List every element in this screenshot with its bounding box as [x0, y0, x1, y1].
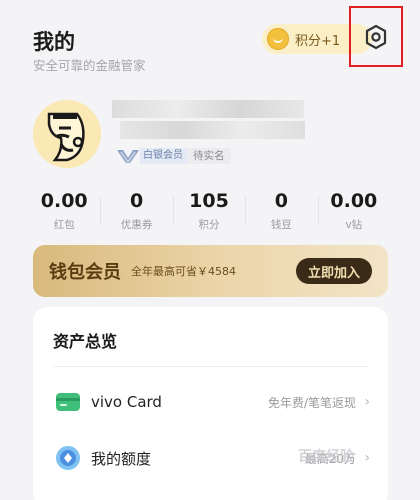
stat-value: 0.00 — [40, 190, 88, 212]
join-now-button[interactable]: 立即加入 — [296, 258, 372, 284]
card-icon — [56, 393, 80, 411]
stat-points[interactable]: 105 积分 — [172, 190, 245, 234]
vip-level-label: 白银会员 — [140, 148, 189, 164]
wallet-membership-title: 钱包会员 — [49, 262, 121, 283]
stat-money-beans[interactable]: 0 钱豆 — [245, 190, 317, 234]
row-label: vivo Card — [91, 393, 162, 411]
assets-overview-title: 资产总览 — [53, 332, 118, 351]
points-badge-label: 积分+1 — [295, 33, 341, 49]
stat-label: 钱豆 — [270, 219, 292, 231]
coin-icon — [267, 28, 289, 50]
row-value: 免年费/笔笔返现 — [267, 395, 356, 410]
settings-hexagon-icon — [365, 24, 387, 49]
divider — [53, 366, 368, 367]
verification-status[interactable]: 待实名 — [187, 148, 231, 164]
row-vivo-card[interactable]: vivo Card 免年费/笔笔返现 › — [33, 382, 388, 422]
stat-label: v钻 — [345, 219, 363, 231]
stats-row: 0.00 红包 0 优惠券 105 积分 0 钱豆 0.00 v钻 — [28, 190, 390, 234]
stat-coupons[interactable]: 0 优惠券 — [100, 190, 172, 234]
user-id-blurred — [120, 121, 305, 139]
page-title: 我的 — [33, 30, 75, 54]
vip-v-icon — [117, 150, 139, 164]
wallet-membership-banner[interactable]: 钱包会员 全年最高可省￥4584 立即加入 — [33, 245, 388, 297]
username-blurred — [112, 100, 304, 118]
stat-v-diamonds[interactable]: 0.00 v钻 — [317, 190, 390, 234]
avatar[interactable] — [33, 100, 101, 168]
stat-value: 0 — [129, 190, 144, 212]
page-subtitle: 安全可靠的金融管家 — [33, 58, 146, 73]
stat-value: 105 — [189, 190, 229, 212]
vip-badge[interactable]: 白银会员 — [116, 147, 189, 165]
credit-limit-icon — [56, 446, 80, 470]
stat-value: 0.00 — [330, 190, 378, 212]
assets-overview-card: 资产总览 vivo Card 免年费/笔笔返现 › 我的额度 最高20万 › — [33, 307, 388, 500]
watermark: 百度经验 — [298, 449, 354, 465]
chevron-right-icon: › — [364, 450, 370, 466]
stat-value: 0 — [274, 190, 289, 212]
chevron-right-icon: › — [364, 394, 370, 410]
stat-label: 红包 — [53, 219, 75, 231]
stat-red-packet[interactable]: 0.00 红包 — [28, 190, 100, 234]
row-label: 我的额度 — [91, 449, 152, 468]
stat-label: 优惠券 — [120, 219, 153, 231]
wallet-membership-desc: 全年最高可省￥4584 — [131, 265, 236, 278]
avatar-face-icon — [33, 100, 101, 168]
stat-label: 积分 — [198, 219, 220, 231]
settings-button[interactable] — [349, 6, 403, 67]
